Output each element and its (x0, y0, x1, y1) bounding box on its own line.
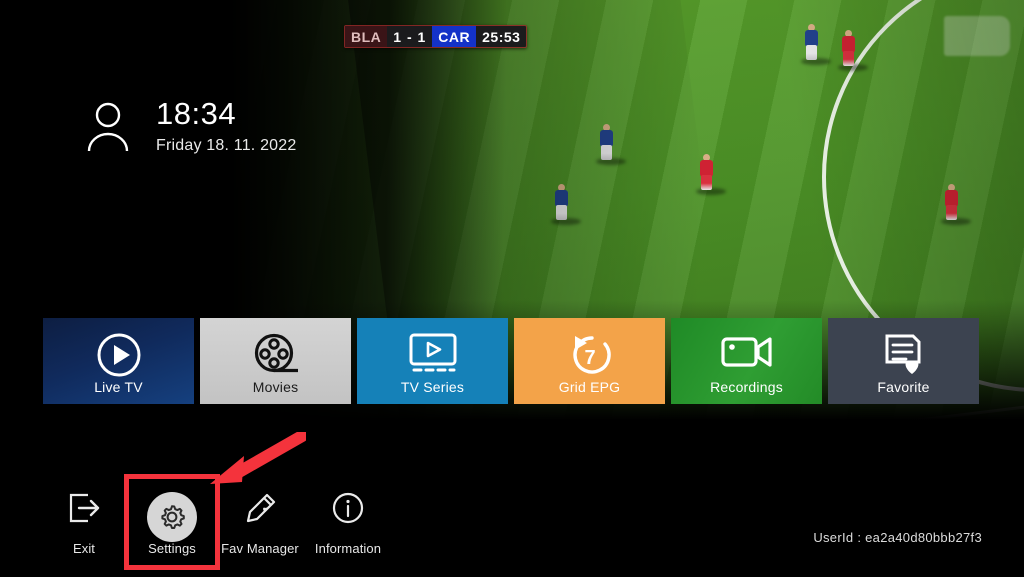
bottom-action-bar: Exit Settings Fav Manager Information (40, 474, 392, 570)
status-clock-area: 18:34 Friday 18. 11. 2022 (84, 98, 296, 155)
tile-label: TV Series (400, 379, 465, 395)
tile-movies[interactable]: Movies (200, 318, 351, 404)
epg-seven-icon: 7 (565, 332, 615, 383)
bottom-item-label: Information (314, 541, 382, 556)
tile-tv-series[interactable]: TV Series (357, 318, 508, 404)
scoreboard: BLA 1 - 1 CAR 25:53 (344, 25, 528, 48)
scoreboard-clock: 25:53 (476, 26, 527, 47)
tile-live-tv[interactable]: Live TV (43, 318, 194, 404)
scoreboard-home-team: BLA (345, 26, 388, 47)
tile-label: Recordings (710, 379, 783, 395)
main-menu-tiles: Live TV Movies TV Series 7 Grid EPG Reco… (43, 318, 979, 404)
bottom-item-label: Fav Manager (221, 541, 299, 556)
play-circle-icon (96, 332, 142, 383)
tv-home-screen: BLA 1 - 1 CAR 25:53 18:34 Friday 18. 11.… (0, 0, 1024, 577)
pencil-edit-icon (243, 492, 277, 531)
film-reel-icon (252, 332, 300, 383)
svg-text:7: 7 (584, 347, 595, 369)
bottom-item-information[interactable]: Information (304, 478, 392, 566)
tile-recordings[interactable]: Recordings (671, 318, 822, 404)
gear-icon (147, 492, 197, 542)
bottom-item-label: Settings (148, 541, 196, 556)
scoreboard-away-team: CAR (432, 26, 477, 47)
exit-icon (67, 492, 101, 529)
tile-grid-epg[interactable]: 7 Grid EPG (514, 318, 665, 404)
bottom-item-label: Exit (72, 541, 96, 556)
scoreboard-score: 1 - 1 (387, 26, 433, 47)
tv-play-icon (407, 332, 459, 381)
bottom-item-settings[interactable]: Settings (124, 474, 220, 570)
bottom-item-fav-manager[interactable]: Fav Manager (216, 478, 304, 566)
info-circle-icon (332, 492, 364, 529)
clock-date: Friday 18. 11. 2022 (156, 137, 297, 154)
tile-favorite[interactable]: Favorite (828, 318, 979, 404)
bottom-item-exit[interactable]: Exit (40, 478, 128, 566)
user-id-label: UserId : ea2a40d80bbb27f3 (813, 530, 982, 545)
list-heart-icon (882, 332, 926, 383)
user-icon (84, 101, 132, 153)
video-camera-icon (720, 332, 774, 377)
clock-time: 18:34 (156, 96, 237, 131)
